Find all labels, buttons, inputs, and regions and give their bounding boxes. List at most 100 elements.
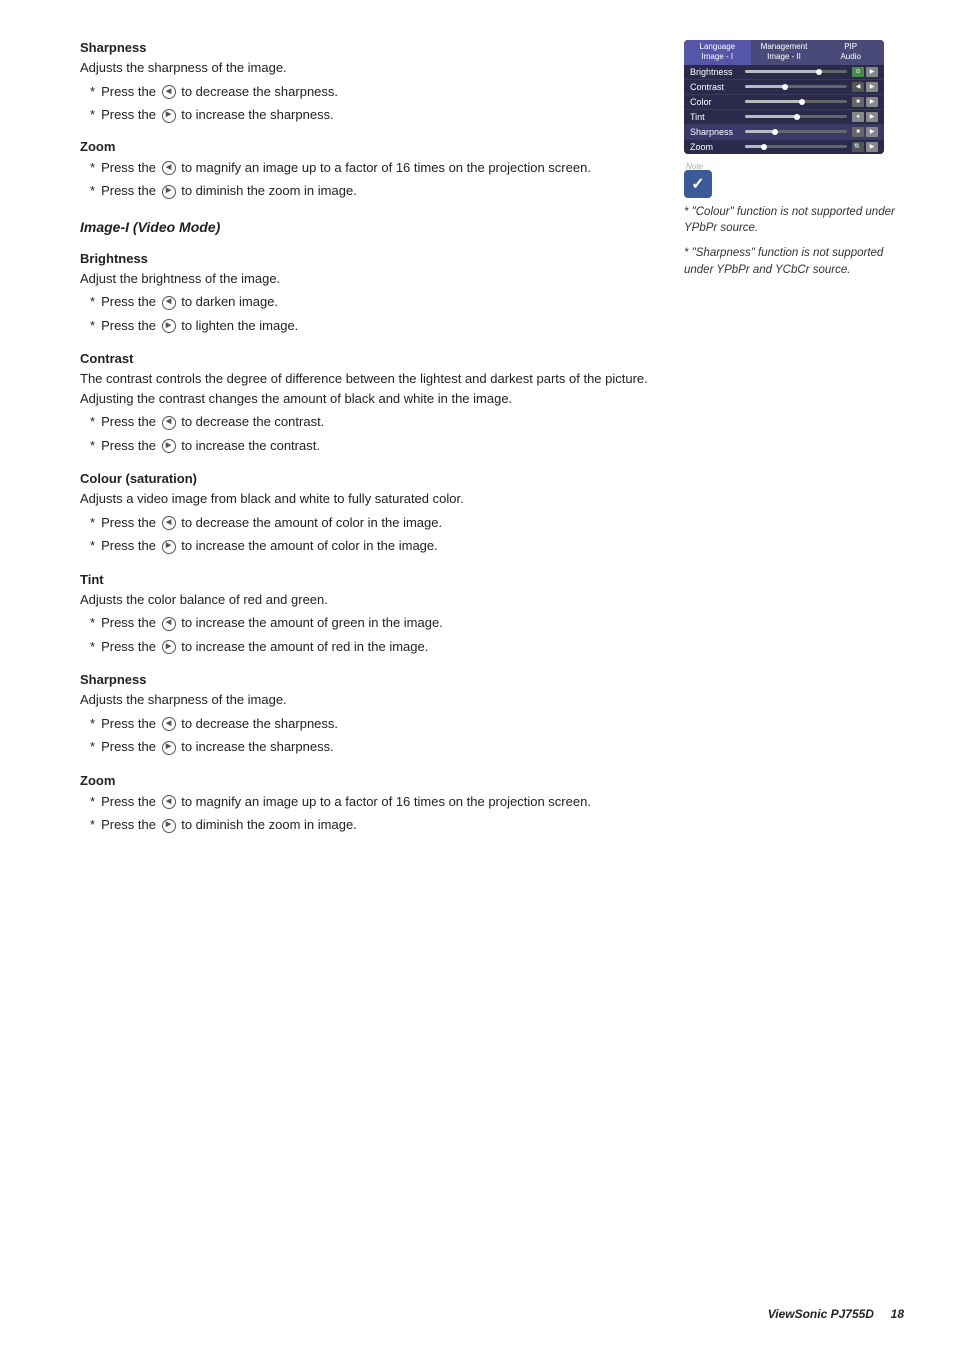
osd-fill-tint [745, 115, 796, 118]
osd-dot-contrast [782, 84, 788, 90]
osd-btn-color: ■ [852, 97, 864, 107]
osd-panel: Language Image - I Management Image - II… [684, 40, 884, 154]
left-column: Sharpness Adjusts the sharpness of the i… [80, 40, 654, 839]
osd-btn-zoom: 🔍 [852, 142, 864, 152]
bullet-star: * [90, 513, 95, 533]
bullet-star: * [90, 637, 95, 657]
osd-dot-sharpness [772, 129, 778, 135]
osd-row-brightness: Brightness ⊙ ▶ [684, 65, 884, 80]
osd-btn-brightness: ⊙ [852, 67, 864, 77]
bullet-text: Press the to diminish the zoom in image. [101, 815, 357, 835]
note-header: Note [684, 170, 904, 198]
tint-intro: Adjusts the color balance of red and gre… [80, 590, 654, 610]
sharpness-bullet-2: * Press the to increase the sharpness. [90, 105, 654, 125]
bullet-text: Press the to decrease the contrast. [101, 412, 324, 432]
video-mode-title: Image-I (Video Mode) [80, 219, 654, 235]
osd-label-contrast: Contrast [690, 82, 742, 92]
bullet-star: * [90, 105, 95, 125]
tint-bullet-2: * Press the to increase the amount of re… [90, 637, 654, 657]
osd-row-contrast: Contrast ◀ ▶ [684, 80, 884, 95]
bullet-text: Press the to increase the amount of colo… [101, 536, 438, 556]
bullet-star: * [90, 316, 95, 336]
osd-slider-brightness [745, 70, 847, 73]
note-item-2: "Sharpness" function is not supported un… [684, 245, 904, 278]
right-arrow-icon [162, 640, 176, 654]
osd-btn-tint: ● [852, 112, 864, 122]
bullet-text: Press the to magnify an image up to a fa… [101, 792, 591, 812]
zoom-top-bullet-1: * Press the to magnify an image up to a … [90, 158, 654, 178]
bullet-star: * [90, 792, 95, 812]
bullet-star: * [90, 536, 95, 556]
right-arrow-icon [162, 185, 176, 199]
osd-slider-color [745, 100, 847, 103]
right-arrow-icon [162, 109, 176, 123]
left-arrow-icon [162, 296, 176, 310]
left-arrow-icon [162, 617, 176, 631]
left-arrow-icon [162, 717, 176, 731]
right-column: Language Image - I Management Image - II… [684, 40, 904, 839]
osd-dot-brightness [816, 69, 822, 75]
bullet-text: Press the to diminish the zoom in image. [101, 181, 357, 201]
bullet-text: Press the to increase the contrast. [101, 436, 320, 456]
zoom-bottom-bullet-1: * Press the to magnify an image up to a … [90, 792, 654, 812]
footer-brand: ViewSonic PJ755D [768, 1307, 874, 1321]
osd-label-tint: Tint [690, 112, 742, 122]
osd-tab-label-top: Language [687, 42, 748, 52]
footer-page-number: 18 [891, 1307, 904, 1321]
osd-row-tint: Tint ● ▶ [684, 110, 884, 125]
colour-bullet-1: * Press the to decrease the amount of co… [90, 513, 654, 533]
osd-btn-contrast: ◀ [852, 82, 864, 92]
bullet-star: * [90, 714, 95, 734]
osd-btn2-color: ▶ [866, 97, 878, 107]
page-footer: ViewSonic PJ755D 18 [768, 1307, 904, 1321]
sharpness-bottom-bullet-1: * Press the to decrease the sharpness. [90, 714, 654, 734]
osd-btn-sharpness: ■ [852, 127, 864, 137]
bullet-text: Press the to decrease the sharpness. [101, 82, 338, 102]
bullet-star: * [90, 436, 95, 456]
tint-bullet-1: * Press the to increase the amount of gr… [90, 613, 654, 633]
left-arrow-icon [162, 416, 176, 430]
note-item-1: "Colour" function is not supported under… [684, 204, 904, 237]
two-column-layout: Sharpness Adjusts the sharpness of the i… [80, 40, 904, 839]
osd-row-sharpness: Sharpness ■ ▶ [684, 125, 884, 140]
colour-bullet-2: * Press the to increase the amount of co… [90, 536, 654, 556]
section-tint: Tint [80, 572, 654, 587]
section-brightness: Brightness [80, 251, 654, 266]
osd-tab-label-bottom: Image - II [754, 52, 815, 62]
sharpness-bottom-bullet-2: * Press the to increase the sharpness. [90, 737, 654, 757]
bullet-star: * [90, 737, 95, 757]
brightness-intro: Adjust the brightness of the image. [80, 269, 654, 289]
osd-row-zoom: Zoom 🔍 ▶ [684, 140, 884, 154]
bullet-star: * [90, 292, 95, 312]
bullet-star: * [90, 412, 95, 432]
osd-tab-language-image1: Language Image - I [684, 40, 751, 65]
zoom-top-bullet-2: * Press the to diminish the zoom in imag… [90, 181, 654, 201]
note-check-icon: Note [684, 170, 712, 198]
osd-fill-sharpness [745, 130, 774, 133]
osd-tab-pip-audio: PIP Audio [817, 40, 884, 65]
osd-tabs: Language Image - I Management Image - II… [684, 40, 884, 65]
osd-btn2-zoom: ▶ [866, 142, 878, 152]
osd-fill-brightness [745, 70, 818, 73]
right-arrow-icon [162, 819, 176, 833]
bullet-text: Press the to increase the amount of gree… [101, 613, 443, 633]
left-arrow-icon [162, 85, 176, 99]
osd-tab-label-bottom: Audio [820, 52, 881, 62]
note-box: Note "Colour" function is not supported … [684, 170, 904, 279]
osd-btn2-brightness: ▶ [866, 67, 878, 77]
brightness-bullet-2: * Press the to lighten the image. [90, 316, 654, 336]
osd-dot-color [799, 99, 805, 105]
bullet-text: Press the to increase the amount of red … [101, 637, 428, 657]
bullet-text: Press the to increase the sharpness. [101, 105, 334, 125]
left-arrow-icon [162, 516, 176, 530]
bullet-text: Press the to darken image. [101, 292, 278, 312]
section-contrast: Contrast [80, 351, 654, 366]
osd-tab-label-top: Management [754, 42, 815, 52]
bullet-text: Press the to decrease the amount of colo… [101, 513, 442, 533]
contrast-bullet-1: * Press the to decrease the contrast. [90, 412, 654, 432]
osd-btn2-tint: ▶ [866, 112, 878, 122]
bullet-star: * [90, 82, 95, 102]
osd-tab-label-bottom: Image - I [687, 52, 748, 62]
osd-btn2-sharpness: ▶ [866, 127, 878, 137]
contrast-intro: The contrast controls the degree of diff… [80, 369, 654, 408]
